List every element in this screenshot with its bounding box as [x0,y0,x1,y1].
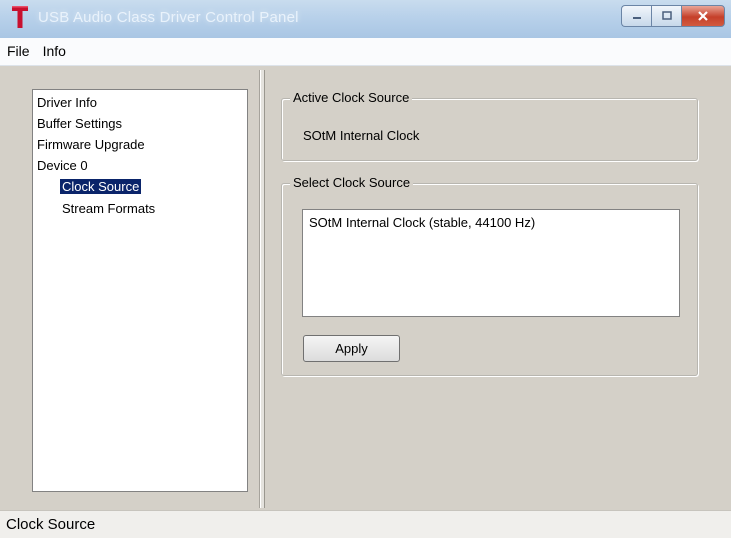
menu-file[interactable]: File [0,38,36,65]
active-clock-value: SOtM Internal Clock [303,128,420,143]
app-t-logo-icon [12,6,28,28]
nav-item-clock-source[interactable]: Clock Source [60,179,142,194]
menu-info[interactable]: Info [36,38,72,65]
title-bar[interactable]: USB Audio Class Driver Control Panel [0,0,731,38]
nav-item-stream-formats[interactable]: Stream Formats [62,201,155,216]
app-window: USB Audio Class Driver Control Panel Fil… [0,0,731,538]
panel-splitter[interactable] [260,70,265,508]
close-button[interactable] [681,5,725,27]
clock-source-list[interactable]: SOtM Internal Clock (stable, 44100 Hz) [302,209,680,317]
select-clock-group: Select Clock Source SOtM Internal Clock … [281,175,698,376]
minimize-icon [632,17,641,19]
status-bar: Clock Source [0,510,731,538]
select-clock-legend: Select Clock Source [290,175,414,190]
clock-option[interactable]: SOtM Internal Clock (stable, 44100 Hz) [309,215,535,230]
close-icon [698,11,708,21]
active-clock-group: Active Clock Source SOtM Internal Clock [281,90,698,161]
nav-item-device-0[interactable]: Device 0 [37,158,88,173]
window-controls [621,5,725,27]
menu-bar: File Info [0,38,731,66]
apply-button[interactable]: Apply [303,335,400,362]
window-title: USB Audio Class Driver Control Panel [38,9,299,26]
active-clock-legend: Active Clock Source [290,90,413,105]
minimize-button[interactable] [621,5,651,27]
nav-item-firmware-upgrade[interactable]: Firmware Upgrade [37,137,145,152]
nav-tree[interactable]: Driver Info Buffer Settings Firmware Upg… [32,89,248,492]
nav-item-buffer-settings[interactable]: Buffer Settings [37,116,122,131]
maximize-button[interactable] [651,5,681,27]
maximize-icon [661,11,672,20]
nav-item-driver-info[interactable]: Driver Info [37,95,97,110]
status-text: Clock Source [6,516,96,533]
left-panel: Driver Info Buffer Settings Firmware Upg… [9,70,260,508]
